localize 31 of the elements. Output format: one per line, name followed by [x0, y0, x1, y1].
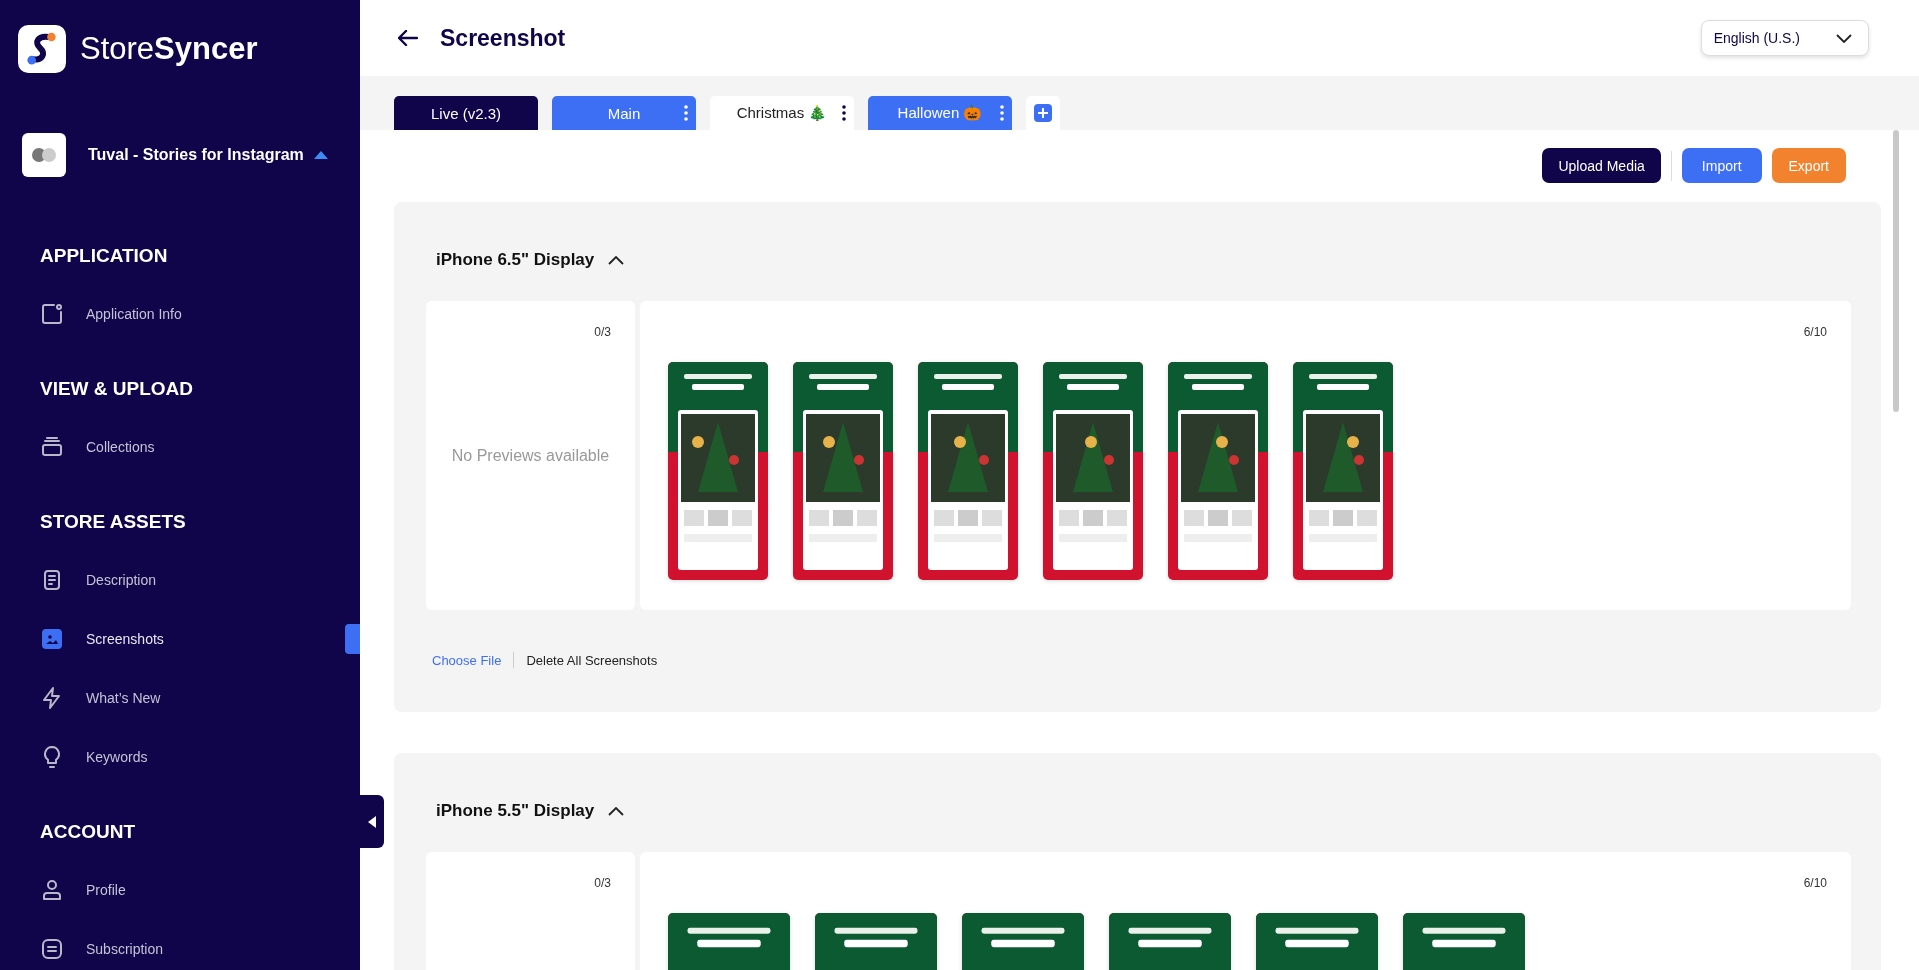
action-link[interactable]: Choose File [432, 652, 502, 668]
screenshot-count: 6/10 [1803, 876, 1827, 890]
section-heading: STORE ASSETS [40, 511, 187, 533]
sidebar-item[interactable]: Application Info [40, 302, 360, 326]
screenshot-count: 6/10 [1803, 325, 1827, 339]
language-dropdown[interactable]: English (U.S.) [1700, 20, 1869, 56]
empty-message: No Previews available [451, 446, 610, 465]
preview-count: 0/3 [594, 325, 611, 339]
toolbar-button[interactable]: Import [1681, 148, 1762, 183]
action-link[interactable]: Delete All Screenshots [526, 652, 658, 668]
app-name[interactable]: Tuval - Stories for Instagram [88, 146, 304, 164]
version-tab[interactable]: Christmas 🎄 [710, 96, 854, 130]
preview-count: 0/3 [594, 876, 611, 890]
toolbar-button[interactable]: Upload Media [1542, 148, 1661, 183]
version-tab[interactable]: Live (v2.3) [394, 96, 538, 130]
sidebar-item[interactable]: Subscription [40, 937, 360, 961]
sidebar-item[interactable]: Keywords [40, 745, 360, 769]
display-title: iPhone 5.5" Display [436, 801, 595, 821]
sidebar-item[interactable]: Collections [40, 435, 360, 459]
sidebar-item[interactable]: Profile [40, 878, 360, 902]
display-title: iPhone 6.5" Display [436, 250, 595, 270]
version-tab[interactable]: Main [552, 96, 696, 130]
section-heading: ACCOUNT [40, 821, 136, 843]
page-title: Screenshot [440, 24, 566, 52]
brand-name: StoreSyncer [80, 31, 258, 67]
section-heading: APPLICATION [40, 245, 169, 267]
sidebar-item[interactable]: What’s New [40, 686, 360, 710]
sidebar-item[interactable]: Screenshots [40, 627, 360, 651]
version-tab[interactable]: Hallowen 🎃 [868, 96, 1012, 130]
section-heading: VIEW & UPLOAD [40, 378, 195, 400]
sidebar-item[interactable]: Description [40, 568, 360, 592]
